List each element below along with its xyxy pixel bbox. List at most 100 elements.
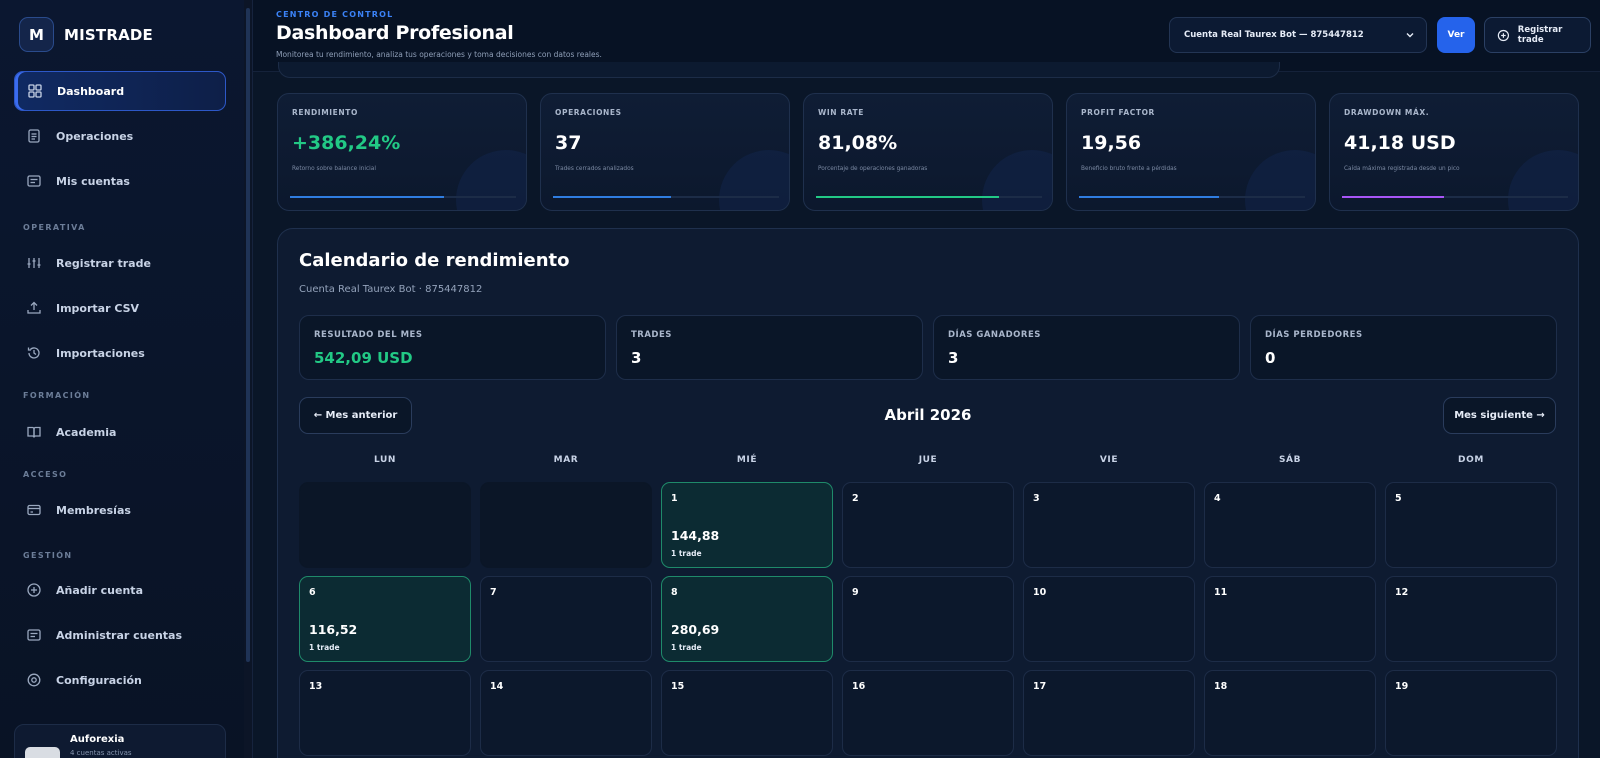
stat-label: WIN RATE (818, 108, 864, 117)
weekday-header: MIÉ (736, 455, 758, 465)
summary-value: 542,09 USD (314, 349, 413, 367)
stat-description: Beneficio bruto frente a pérdidas (1081, 166, 1177, 172)
stat-card-profit-factor: PROFIT FACTOR 19,56 Beneficio bruto fren… (1066, 93, 1316, 211)
user-card[interactable]: Auforexia 4 cuentas activas (14, 724, 226, 758)
day-number: 13 (309, 681, 323, 692)
calendar-day[interactable]: 3 (1023, 482, 1195, 568)
stat-progress-track (1342, 196, 1568, 198)
stat-description: Porcentaje de operaciones ganadoras (818, 166, 928, 172)
page-title: Dashboard Profesional (276, 22, 514, 44)
sidebar-item-administrar-cuentas[interactable]: Administrar cuentas (14, 615, 226, 655)
next-month-button[interactable]: Mes siguiente → (1443, 397, 1556, 434)
calendar-day-empty (480, 482, 652, 568)
sidebar-item-membresias[interactable]: Membresías (14, 490, 226, 530)
sidebar-item-dashboard[interactable]: Dashboard (14, 71, 226, 111)
summary-dias-ganadores: DÍAS GANADORES 3 (933, 315, 1240, 380)
section-label-gestion: GESTIÓN (23, 551, 73, 560)
month-title: Abril 2026 (884, 406, 972, 424)
sidebar-item-label: Importar CSV (56, 301, 140, 315)
calendar-day[interactable]: 5 (1385, 482, 1557, 568)
weekday-header: LUN (373, 455, 397, 465)
stat-description: Retorno sobre balance inicial (292, 166, 376, 172)
view-button[interactable]: Ver (1437, 17, 1475, 53)
register-trade-button[interactable]: Registrar trade (1484, 17, 1591, 53)
stat-progress-fill (553, 196, 671, 198)
sidebar-item-mis-cuentas[interactable]: Mis cuentas (14, 161, 226, 201)
user-name: Auforexia (70, 734, 125, 745)
brand-name: MISTRADE (64, 25, 153, 44)
day-number: 9 (852, 587, 859, 598)
day-number: 1 (671, 493, 678, 504)
calendar-day[interactable]: 15 (661, 670, 833, 756)
calendar-day[interactable]: 11 (1204, 576, 1376, 662)
page-subtitle: Monitorea tu rendimiento, analiza tus op… (276, 50, 602, 59)
brand[interactable]: M MISTRADE (19, 17, 153, 52)
previous-panel-edge (278, 62, 1280, 78)
sidebar-item-operaciones[interactable]: Operaciones (14, 116, 226, 156)
calendar-day[interactable]: 1 144,88 1 trade (661, 482, 833, 568)
sidebar-item-anadir-cuenta[interactable]: Añadir cuenta (14, 570, 226, 610)
sidebar-item-importar-csv[interactable]: Importar CSV (14, 288, 226, 328)
sidebar-item-configuracion[interactable]: Configuración (14, 660, 226, 700)
day-number: 3 (1033, 493, 1040, 504)
weekday-header: SÁB (1278, 455, 1302, 465)
calendar-day[interactable]: 8 280,69 1 trade (661, 576, 833, 662)
day-number: 18 (1214, 681, 1228, 692)
credit-card-icon (26, 502, 42, 518)
weekday-header: JUE (918, 455, 938, 465)
day-result: 144,88 (671, 528, 720, 543)
day-number: 4 (1214, 493, 1221, 504)
weekday-header: DOM (1458, 455, 1484, 465)
calendar-day[interactable]: 19 (1385, 670, 1557, 756)
summary-value: 3 (948, 349, 959, 367)
calendar-day[interactable]: 14 (480, 670, 652, 756)
calendar-day[interactable]: 18 (1204, 670, 1376, 756)
day-number: 19 (1395, 681, 1409, 692)
day-number: 16 (852, 681, 866, 692)
calendar-day[interactable]: 13 (299, 670, 471, 756)
calendar-day[interactable]: 2 (842, 482, 1014, 568)
sliders-icon (26, 255, 42, 271)
stat-card-drawdown: DRAWDOWN MÁX. 41,18 USD Caída máxima reg… (1329, 93, 1579, 211)
avatar (25, 747, 60, 758)
day-result: 280,69 (671, 622, 720, 637)
day-number: 11 (1214, 587, 1228, 598)
sidebar-item-registrar-trade[interactable]: Registrar trade (14, 243, 226, 283)
book-icon (26, 424, 42, 440)
calendar-day[interactable]: 16 (842, 670, 1014, 756)
section-label-acceso: ACCESO (23, 470, 68, 479)
calendar-subtitle: Cuenta Real Taurex Bot · 875447812 (299, 284, 483, 295)
stat-label: DRAWDOWN MÁX. (1344, 108, 1430, 117)
chevron-down-icon (1406, 33, 1414, 38)
summary-label: RESULTADO DEL MES (314, 330, 423, 340)
document-icon (26, 128, 42, 144)
sidebar-scrollbar[interactable] (244, 0, 252, 758)
sidebar: M MISTRADE Dashboard Operaciones Mis cue… (0, 0, 253, 758)
calendar-day[interactable]: 10 (1023, 576, 1195, 662)
stat-label: PROFIT FACTOR (1081, 108, 1155, 117)
card-list-icon (26, 173, 42, 189)
calendar-day[interactable]: 12 (1385, 576, 1557, 662)
prev-month-button[interactable]: ← Mes anterior (299, 397, 412, 434)
sidebar-item-academia[interactable]: Academia (14, 412, 226, 452)
header-eyebrow: CENTRO DE CONTROL (276, 10, 394, 19)
sidebar-item-label: Configuración (56, 673, 142, 687)
sidebar-item-label: Importaciones (56, 346, 145, 360)
sidebar-item-importaciones[interactable]: Importaciones (14, 333, 226, 373)
stat-progress-fill (1079, 196, 1220, 198)
day-number: 17 (1033, 681, 1047, 692)
stat-label: RENDIMIENTO (292, 108, 358, 117)
calendar-day[interactable]: 7 (480, 576, 652, 662)
summary-label: DÍAS PERDEDORES (1265, 330, 1363, 340)
account-select[interactable]: Cuenta Real Taurex Bot — 875447812 (1169, 17, 1427, 53)
scrollbar-thumb[interactable] (246, 8, 250, 662)
calendar-day[interactable]: 17 (1023, 670, 1195, 756)
summary-value: 0 (1265, 349, 1276, 367)
calendar-day[interactable]: 4 (1204, 482, 1376, 568)
calendar-day[interactable]: 9 (842, 576, 1014, 662)
day-number: 2 (852, 493, 859, 504)
day-trade-count: 1 trade (309, 643, 340, 652)
card-list-icon (26, 627, 42, 643)
calendar-day[interactable]: 6 116,52 1 trade (299, 576, 471, 662)
brand-logo: M (19, 17, 54, 52)
